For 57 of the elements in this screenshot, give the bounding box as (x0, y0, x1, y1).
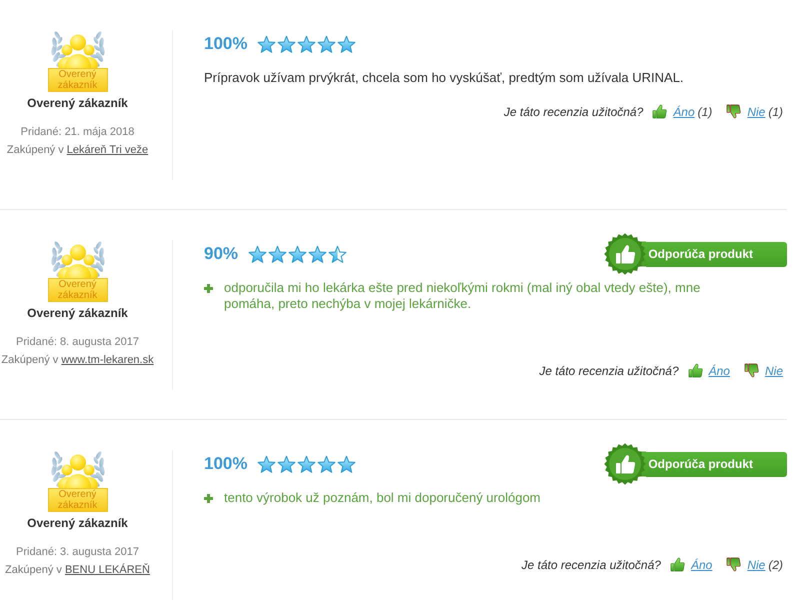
review-date: Pridané: 3. augusta 2017 (16, 545, 139, 559)
purchase-info: Zakúpený v Lekáreň Tri veže (6, 143, 148, 157)
purchase-info: Zakúpený v www.tm-lekaren.sk (1, 353, 154, 367)
helpful-question: Je táto recenzia užitočná? (504, 104, 644, 118)
thumbs-up-icon (652, 104, 668, 119)
star-icon (317, 454, 336, 474)
rating-percent: 100% (204, 454, 248, 474)
customer-name: Overený zákazník (27, 515, 128, 531)
upvote-link[interactable]: Áno (690, 558, 712, 572)
star-icon (277, 454, 296, 474)
half-star-icon (328, 244, 348, 264)
review-date: Pridané: 8. augusta 2017 (16, 335, 139, 349)
star-icon (248, 244, 268, 264)
upvote-link[interactable]: Áno (673, 104, 695, 118)
star-icon (308, 244, 328, 264)
recommend-label: Odporúča produkt (646, 242, 787, 266)
helpful-question: Je táto recenzia užitočná? (539, 364, 679, 378)
thumbs-up-seal-icon (604, 233, 646, 275)
upvote-link[interactable]: Áno (708, 364, 730, 378)
helpful-question: Je táto recenzia užitočná? (522, 558, 661, 572)
store-link[interactable]: BENU LEKÁREŇ (64, 564, 150, 576)
star-icon (257, 34, 276, 54)
store-link[interactable]: Lekáreň Tri veže (66, 144, 148, 156)
rating-percent: 90% (204, 244, 238, 264)
star-icon (317, 34, 336, 54)
star-icon (297, 34, 316, 54)
vote-count: (1) (698, 104, 712, 118)
customer-name: Overený zákazník (27, 95, 128, 111)
recommend-label: Odporúča produkt (646, 452, 787, 476)
star-icon (268, 244, 288, 264)
thumbs-down-icon (744, 363, 759, 378)
vote-count: (2) (768, 558, 783, 572)
star-icon (337, 34, 356, 54)
purchase-info: Zakúpený v BENU LEKÁREŇ (5, 563, 150, 577)
plus-icon (204, 284, 213, 293)
review-pro-text: tento výrobok už poznám, bol mi doporučený urológom (224, 490, 541, 506)
review-text: Prípravok užívam prvýkrát, chcela som ho vyskúšať, predtým som užívala URINAL. (204, 70, 685, 87)
downvote-link[interactable]: Nie (764, 364, 783, 378)
downvote-link[interactable]: Nie (747, 104, 766, 118)
review-pro-text: odporučila mi ho lekárka ešte pred niekoľkými rokmi (mal iný obal vtedy ešte), mne pomáha, preto nechýba v mojej lekárničke. (224, 280, 702, 312)
rating-percent: 100% (204, 34, 248, 54)
thumbs-down-icon (726, 104, 742, 119)
review-date: Pridané: 21. mája 2018 (20, 125, 134, 139)
star-icon (288, 244, 308, 264)
star-icon (257, 454, 276, 474)
vote-count: (1) (768, 104, 783, 118)
store-link[interactable]: www.tm-lekaren.sk (61, 354, 154, 366)
star-icon (277, 34, 296, 54)
customer-name: Overený zákazník (27, 305, 128, 321)
downvote-link[interactable]: Nie (747, 558, 766, 572)
thumbs-up-seal-icon (604, 443, 646, 485)
thumbs-down-icon (726, 557, 742, 572)
plus-icon (204, 494, 213, 503)
thumbs-up-icon (670, 557, 685, 572)
thumbs-up-icon (688, 363, 703, 378)
star-icon (337, 454, 356, 474)
star-icon (297, 454, 316, 474)
